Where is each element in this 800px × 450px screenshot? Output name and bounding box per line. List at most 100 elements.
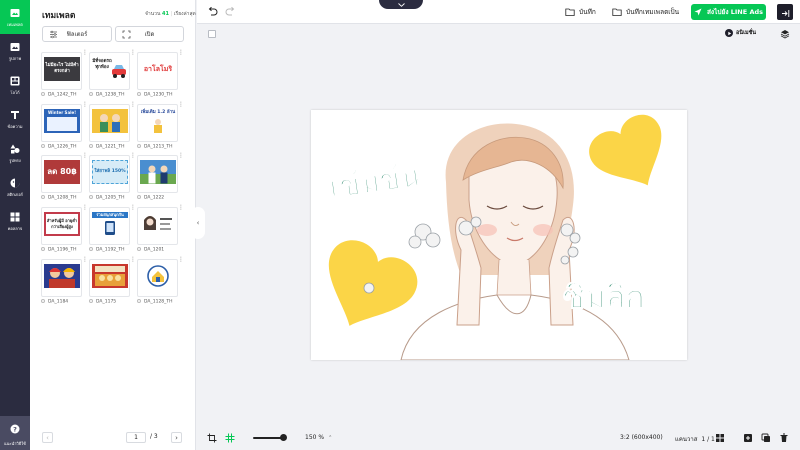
save-label: บันทึก xyxy=(579,8,596,16)
rail-label: รูปภาพ xyxy=(8,55,22,61)
template-thumb[interactable]: อาโลโมริ xyxy=(137,52,178,90)
next-page-button[interactable]: › xyxy=(171,432,182,443)
more-icon[interactable]: ⋮ xyxy=(178,153,184,159)
more-icon[interactable]: ⋮ xyxy=(130,205,136,211)
page-grid-icon[interactable] xyxy=(715,433,725,443)
more-icon[interactable]: ⋮ xyxy=(130,153,136,159)
help-label: แนะนำวิธีใช้ xyxy=(4,441,26,446)
template-thumb[interactable]: ลด 80฿ xyxy=(41,155,82,193)
thumb-text: มีที่จอดรถ ทุกห้อง xyxy=(92,59,112,70)
svg-text:?: ? xyxy=(13,425,17,433)
template-thumb[interactable] xyxy=(41,259,82,297)
template-thumb[interactable]: ร่วมสนุกสนุกกัน xyxy=(89,207,130,245)
template-thumb[interactable] xyxy=(137,155,178,193)
chevron-up-icon[interactable]: ⌃ xyxy=(328,435,332,441)
template-thumb[interactable]: มีที่จอดรถ ทุกห้อง xyxy=(89,52,130,90)
rail-item-template[interactable]: เทมเพลต xyxy=(0,0,30,34)
thumb-caption: DA_1242_TH xyxy=(41,92,77,98)
more-icon[interactable]: ⋮ xyxy=(178,205,184,211)
more-icon[interactable]: ⋮ xyxy=(82,153,88,159)
more-icon[interactable]: ⋮ xyxy=(130,102,136,108)
thumb-text: ไม่มีอะไร ไม่มีคำตรงกล่า xyxy=(45,63,79,74)
template-thumb[interactable] xyxy=(137,259,178,297)
template-thumb[interactable]: ไม่มีอะไร ไม่มีคำตรงกล่า xyxy=(41,52,82,90)
bottom-bar: 150 % ⌃ 3:2 (600x400) แคนวาส 1 / 1 xyxy=(197,428,800,450)
layers-icon[interactable] xyxy=(780,29,790,39)
headline-deep: ซึมลึก xyxy=(563,278,645,316)
thumb-caption: DA_1184 xyxy=(41,299,68,305)
add-page-icon[interactable] xyxy=(743,433,753,443)
crop-icon[interactable] xyxy=(207,433,217,443)
exit-button[interactable] xyxy=(777,4,793,20)
rail-item-image[interactable]: รูปภาพ xyxy=(0,34,30,68)
redo-icon[interactable] xyxy=(225,6,236,17)
top-bar: บันทึก บันทึกเทมเพลตเป็น ส่งไปยัง LINE A… xyxy=(197,0,800,24)
select-all-checkbox[interactable] xyxy=(208,30,216,38)
zoom-level[interactable]: 150 % ⌃ xyxy=(305,434,332,441)
help-button[interactable]: ? แนะนำวิธีใช้ xyxy=(0,416,30,450)
rail-item-logo[interactable]: โลโก้ xyxy=(0,68,30,102)
heart-shape-top-right xyxy=(589,114,662,186)
sticker-icon xyxy=(9,177,21,189)
rail-label: เทมเพลต xyxy=(7,21,23,27)
zoom-slider[interactable] xyxy=(253,437,283,439)
collapse-panel-button[interactable]: ‹ xyxy=(191,207,205,239)
more-icon[interactable]: ⋮ xyxy=(178,50,184,56)
rail-label: สติกเกอร์ xyxy=(7,191,23,197)
delete-page-icon[interactable] xyxy=(779,433,789,443)
prev-page-button[interactable]: ‹ xyxy=(42,432,53,443)
rail-item-sticker[interactable]: สติกเกอร์ xyxy=(0,170,30,204)
thumb-caption: DA_1230_TH xyxy=(137,92,173,98)
image-icon xyxy=(9,41,21,53)
thumb-caption: DA_1128_TH xyxy=(137,299,173,305)
send-icon xyxy=(694,8,702,16)
thumb-caption: DA_1213_TH xyxy=(137,144,173,150)
left-rail: เทมเพลต รูปภาพ โลโก้ ข้อความ รูปทรง สติก… xyxy=(0,0,30,450)
open-button[interactable]: เปิด xyxy=(115,26,184,42)
zoom-slider-handle[interactable] xyxy=(280,434,287,441)
thumb-text: อาโลโมริ xyxy=(143,65,173,73)
rail-label: ข้อความ xyxy=(7,123,23,129)
animation-button[interactable]: อนิเมชั่น xyxy=(725,29,756,37)
more-icon[interactable]: ⋮ xyxy=(82,205,88,211)
animation-label: อนิเมชั่น xyxy=(736,30,757,36)
more-icon[interactable]: ⋮ xyxy=(82,102,88,108)
editor-app: เทมเพลต รูปภาพ โลโก้ ข้อความ รูปทรง สติก… xyxy=(0,0,800,450)
template-thumb[interactable]: เพิ่มเติม 1.2 ล้าน xyxy=(137,104,178,142)
grid-guide-icon[interactable] xyxy=(225,433,235,443)
template-thumb[interactable]: Winter Sale! xyxy=(41,104,82,142)
thumb-caption: DA_1226_TH xyxy=(41,144,77,150)
save-button[interactable]: บันทึก xyxy=(565,4,596,20)
toggle-header-button[interactable] xyxy=(379,0,423,9)
more-icon[interactable]: ⋮ xyxy=(178,257,184,263)
template-panel: เทมเพลต จำนวน 41 | เรียงล่าสุด ⌄ ฟิลเตอร… xyxy=(30,0,204,450)
more-icon[interactable]: ⋮ xyxy=(130,257,136,263)
template-thumb[interactable] xyxy=(89,104,130,142)
rail-item-text[interactable]: ข้อความ xyxy=(0,102,30,136)
template-thumb[interactable] xyxy=(89,259,130,297)
undo-icon[interactable] xyxy=(207,6,218,17)
sort-dropdown[interactable]: เรียงล่าสุด xyxy=(174,11,196,17)
rail-label: รูปทรง xyxy=(9,157,21,163)
template-thumb[interactable]: ใส่ยาพลิ 150% xyxy=(89,155,130,193)
save-as-template-button[interactable]: บันทึกเทมเพลตเป็น xyxy=(612,4,679,20)
thumb-caption: DA_1221_TH xyxy=(89,144,125,150)
more-icon[interactable]: ⋮ xyxy=(130,50,136,56)
thumb-caption: DA_1192_TH xyxy=(89,247,125,253)
template-thumb[interactable]: สำหรับผู้มี อายุต่ำกว่าเสียงผู้สูง xyxy=(41,207,82,245)
rail-item-collage[interactable]: คอลลาจ xyxy=(0,204,30,238)
logo-icon xyxy=(9,75,21,87)
template-thumb[interactable] xyxy=(137,207,178,245)
more-icon[interactable]: ⋮ xyxy=(178,102,184,108)
design-canvas[interactable]: เข้มข้น ซึมลึก xyxy=(311,110,687,360)
filter-icon xyxy=(49,30,58,39)
duplicate-page-icon[interactable] xyxy=(761,433,771,443)
rail-item-shapes[interactable]: รูปทรง xyxy=(0,136,30,170)
shapes-icon xyxy=(9,143,21,155)
play-icon xyxy=(725,29,733,37)
filter-button[interactable]: ฟิลเตอร์ xyxy=(42,26,112,42)
more-icon[interactable]: ⋮ xyxy=(82,50,88,56)
more-icon[interactable]: ⋮ xyxy=(82,257,88,263)
send-to-line-ads-button[interactable]: ส่งไปยัง LINE Ads xyxy=(691,4,766,20)
page-input[interactable]: 1 xyxy=(126,432,146,443)
